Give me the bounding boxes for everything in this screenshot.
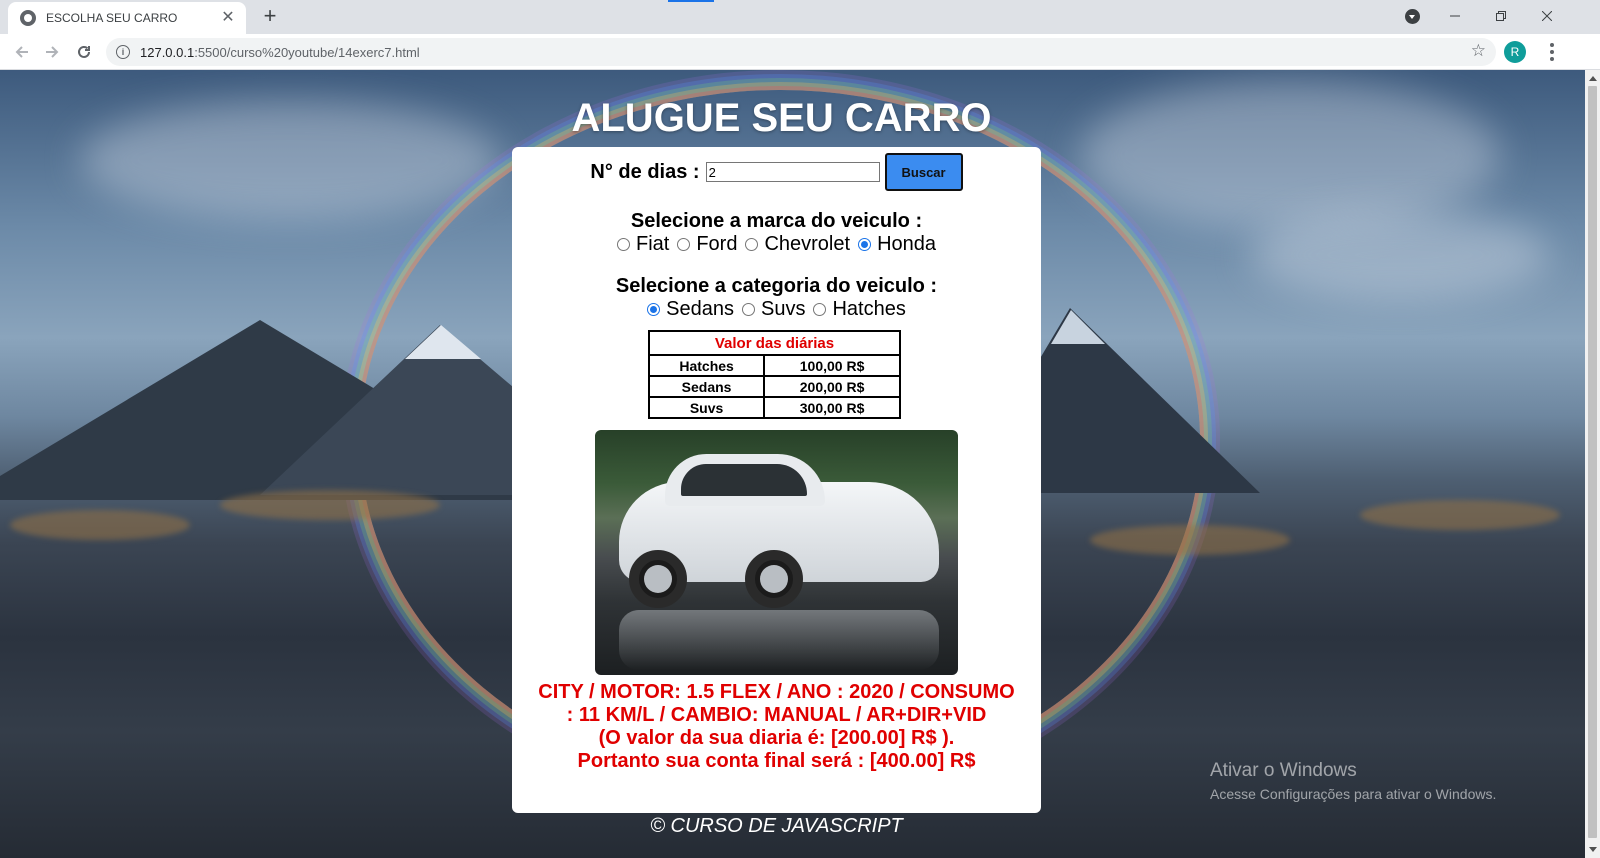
table-cell-valor: 200,00 R$ [763,375,901,398]
radio-button-checked[interactable] [647,303,661,316]
background-grass [1090,525,1290,555]
table-cell-valor: 100,00 R$ [763,354,901,377]
car-wheel [745,550,803,608]
radio-ford[interactable]: Ford [677,233,737,256]
page-viewport: ALUGUE SEU CARRO N° de dias : Buscar Sel… [0,70,1585,858]
address-bar[interactable]: i 127.0.0.1:5500/curso%20youtube/14exerc… [106,38,1496,66]
back-button[interactable] [8,38,36,66]
table-cell-valor: 300,00 R$ [763,396,901,419]
background-snow [1051,310,1105,344]
car-reflection [619,610,939,670]
radio-hatches[interactable]: Hatches [813,298,906,321]
radio-chevrolet[interactable]: Chevrolet [745,233,850,256]
favicon-icon [20,10,36,26]
categoria-radio-group: Sedans Suvs Hatches [512,298,1041,321]
browser-tab[interactable]: ESCOLHA SEU CARRO ✕ [8,2,246,34]
reload-icon [78,45,90,58]
background-grass [1360,500,1560,530]
car-description: CITY / MOTOR: 1.5 FLEX / ANO : 2020 / CO… [532,681,1021,773]
table-cell-categoria: Sedans [647,375,766,398]
page-title: ALUGUE SEU CARRO [571,96,992,140]
windows-activation-watermark: Ativar o Windows Acesse Configurações pa… [1210,760,1496,802]
back-icon [15,46,28,58]
scroll-up-icon[interactable] [1589,76,1597,81]
price-table: Valor das diárias Hatches 100,00 R$ Seda… [647,330,901,419]
background-cloud [1250,210,1550,300]
tab-title: ESCOLHA SEU CARRO [46,11,178,25]
dias-row: N° de dias : Buscar [512,153,1041,191]
table-row: Hatches 100,00 R$ [647,354,901,377]
radio-suvs[interactable]: Suvs [742,298,805,321]
marca-radio-group: Fiat Ford Chevrolet Honda [512,233,1041,256]
forward-icon [46,46,59,58]
tab-close-icon[interactable]: ✕ [220,10,236,26]
rental-form-card: N° de dias : Buscar Selecione a marca do… [512,147,1041,813]
close-icon [1542,11,1552,21]
watermark-title: Ativar o Windows [1210,760,1357,781]
marca-question: Selecione a marca do veiculo : [630,210,923,232]
browser-toolbar: i 127.0.0.1:5500/curso%20youtube/14exerc… [0,34,1600,70]
tab-strip: ESCOLHA SEU CARRO ✕ + [0,0,1600,34]
tab-search-icon[interactable] [1405,9,1420,24]
window-close-button[interactable] [1524,0,1570,32]
tab-loading-indicator [668,0,714,2]
scroll-down-icon[interactable] [1589,847,1597,852]
minimize-button[interactable] [1432,0,1478,32]
page-footer: © CURSO DE JAVASCRIPT [650,815,903,837]
forward-button[interactable] [38,38,66,66]
minimize-icon [1450,15,1460,17]
dias-label: N° de dias : [590,160,700,183]
menu-icon[interactable] [1542,40,1562,64]
total-value-text: Portanto sua conta final será : [400.00]… [577,750,976,772]
table-cell-categoria: Suvs [647,396,766,419]
car-description-line: CITY / MOTOR: 1.5 FLEX / ANO : 2020 / CO… [538,681,1015,703]
info-icon[interactable]: i [116,45,130,59]
radio-sedans[interactable]: Sedans [647,298,734,321]
price-table-header: Valor das diárias [648,330,901,356]
radio-honda[interactable]: Honda [858,233,936,256]
radio-button[interactable] [616,238,630,251]
url-text: 127.0.0.1:5500/curso%20youtube/14exerc7.… [140,44,420,60]
profile-avatar[interactable]: R [1504,41,1526,63]
car-window [681,464,807,496]
reload-button[interactable] [70,38,98,66]
radio-button[interactable] [813,303,827,316]
car-description-line: : 11 KM/L / CAMBIO: MANUAL / AR+DIR+VID [566,704,987,726]
restore-button[interactable] [1478,0,1524,32]
scrollbar-thumb[interactable] [1588,86,1597,838]
new-tab-button[interactable]: + [258,4,282,28]
background-grass [220,490,440,520]
radio-button-checked[interactable] [858,238,872,251]
radio-button[interactable] [745,238,759,251]
radio-fiat[interactable]: Fiat [616,233,669,256]
buscar-button[interactable]: Buscar [884,153,963,191]
car-wheel [629,550,687,608]
table-cell-categoria: Hatches [647,354,766,377]
categoria-question: Selecione a categoria do veiculo : [615,275,938,297]
dias-input[interactable] [705,162,880,182]
table-row: Sedans 200,00 R$ [647,375,901,398]
radio-button[interactable] [742,303,755,316]
radio-button[interactable] [677,238,691,251]
diaria-value-text: (O valor da sua diaria é: [200.00] R$ ). [598,727,955,749]
vertical-scrollbar[interactable] [1585,70,1600,858]
car-image [595,430,958,675]
restore-icon [1496,11,1506,21]
background-snow [405,325,481,359]
background-grass [10,510,190,540]
table-row: Suvs 300,00 R$ [647,396,901,419]
watermark-subtitle: Acesse Configurações para ativar o Windo… [1210,786,1497,802]
star-icon[interactable]: ☆ [1471,41,1486,61]
